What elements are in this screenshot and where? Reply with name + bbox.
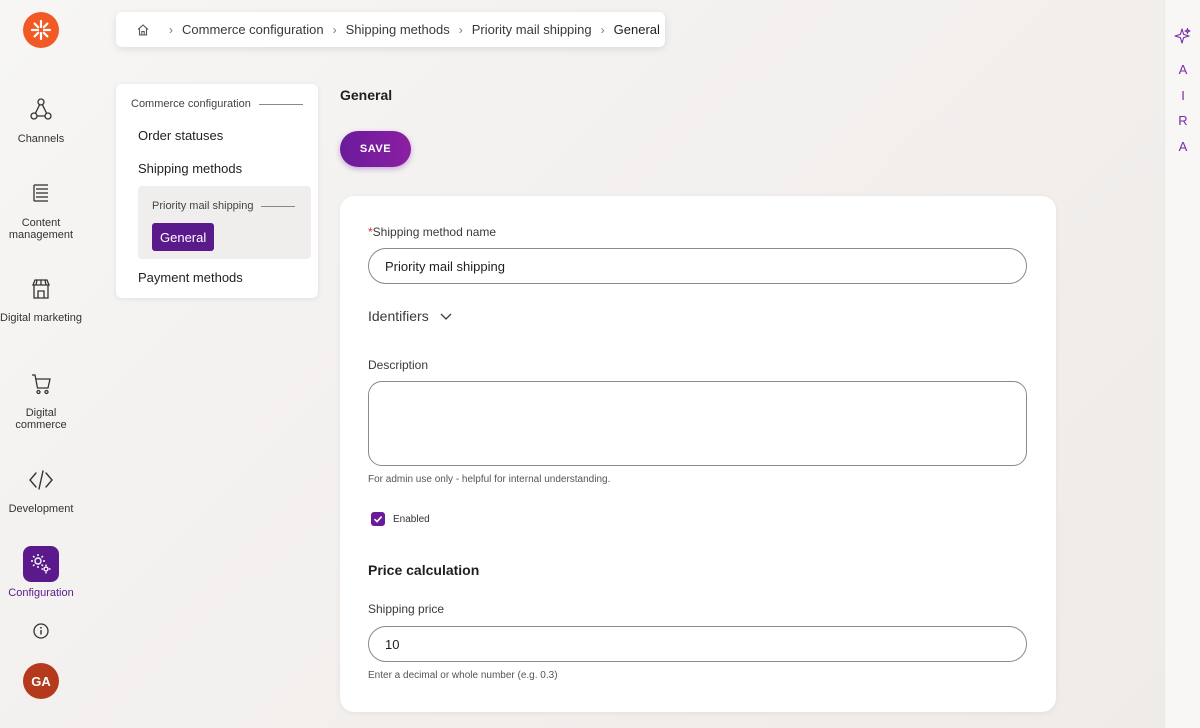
shipping-price-label: Shipping price [368, 602, 445, 616]
nav-item-digital-marketing[interactable]: Digital marketing [0, 271, 82, 324]
aira-letter: A [1178, 139, 1188, 154]
section-nav-heading: Commerce configuration [131, 98, 303, 110]
nav-item-configuration[interactable]: Configuration [0, 546, 82, 599]
breadcrumb-separator: › [458, 22, 463, 37]
checkmark-icon [373, 516, 383, 523]
section-nav-group-heading-text: Priority mail shipping [152, 200, 254, 212]
description-textarea[interactable] [368, 381, 1027, 466]
shipping-price-helper-text: Enter a decimal or whole number (e.g. 0.… [368, 670, 558, 681]
nav-rail: Channels Content management Digital mark… [0, 0, 82, 728]
nav-item-label: Development [8, 503, 74, 515]
aira-letter: R [1178, 113, 1188, 128]
form-card: *Shipping method name Identifiers Descri… [340, 196, 1056, 712]
development-icon [23, 462, 59, 498]
enabled-checkbox-row[interactable]: Enabled [371, 512, 430, 526]
price-calculation-heading: Price calculation [368, 562, 480, 578]
logo-icon[interactable] [23, 12, 59, 48]
nav-item-label: Content management [8, 217, 74, 241]
content-management-icon [23, 176, 59, 212]
save-button[interactable]: SAVE [340, 131, 411, 167]
breadcrumb-separator: › [332, 22, 337, 37]
identifiers-toggle[interactable]: Identifiers [368, 308, 453, 324]
aira-rail[interactable]: A I R A [1164, 0, 1200, 728]
section-nav-payment-methods[interactable]: Payment methods [138, 270, 243, 285]
configuration-icon [23, 546, 59, 582]
nav-item-label: Configuration [8, 587, 74, 599]
aira-letter: I [1181, 88, 1185, 103]
section-nav-general[interactable]: General [152, 223, 215, 251]
nav-item-channels[interactable]: Channels [0, 92, 82, 145]
divider [261, 205, 296, 207]
chevron-down-icon [439, 309, 453, 323]
nav-item-digital-commerce[interactable]: Digital commerce [0, 366, 82, 431]
digital-marketing-icon [23, 271, 59, 307]
aira-letter: A [1178, 62, 1188, 77]
digital-commerce-icon [23, 366, 59, 402]
nav-item-label: Digital marketing [0, 312, 82, 324]
shipping-price-input[interactable] [368, 626, 1027, 662]
nav-item-development[interactable]: Development [0, 462, 82, 515]
breadcrumb-shipping-methods[interactable]: Shipping methods [346, 22, 450, 37]
shipping-method-name-input[interactable] [368, 248, 1027, 284]
divider [258, 103, 303, 105]
section-nav-heading-text: Commerce configuration [131, 98, 251, 110]
shipping-method-name-label-text: Shipping method name [372, 225, 497, 239]
home-icon[interactable] [136, 23, 150, 37]
sparkle-icon[interactable] [1172, 26, 1192, 46]
breadcrumb-priority-mail-shipping[interactable]: Priority mail shipping [472, 22, 592, 37]
breadcrumb-separator: › [600, 22, 605, 37]
section-nav-shipping-methods[interactable]: Shipping methods [138, 161, 242, 176]
breadcrumb-commerce-configuration[interactable]: Commerce configuration [182, 22, 324, 37]
section-nav-group: Priority mail shipping General [138, 186, 311, 259]
section-nav-group-heading: Priority mail shipping [152, 200, 296, 212]
shipping-method-name-label: *Shipping method name [368, 225, 496, 239]
nav-item-label: Digital commerce [15, 407, 67, 431]
identifiers-label: Identifiers [368, 308, 429, 324]
description-label: Description [368, 358, 429, 372]
page-title: General [340, 87, 393, 103]
breadcrumb: › Commerce configuration › Shipping meth… [116, 12, 665, 47]
breadcrumb-separator: › [169, 22, 173, 37]
nav-item-content-management[interactable]: Content management [0, 176, 82, 241]
section-nav: Commerce configuration Order statuses Sh… [116, 84, 318, 298]
nav-item-label: Channels [17, 133, 65, 145]
enabled-checkbox[interactable] [371, 512, 385, 526]
avatar[interactable]: GA [23, 663, 59, 699]
breadcrumb-current: General [613, 22, 660, 37]
description-helper-text: For admin use only - helpful for interna… [368, 474, 611, 485]
section-nav-order-statuses[interactable]: Order statuses [138, 128, 223, 143]
app-root: Channels Content management Digital mark… [0, 0, 1200, 728]
channels-icon [23, 92, 59, 128]
enabled-label: Enabled [393, 513, 430, 525]
info-icon[interactable] [31, 621, 51, 641]
